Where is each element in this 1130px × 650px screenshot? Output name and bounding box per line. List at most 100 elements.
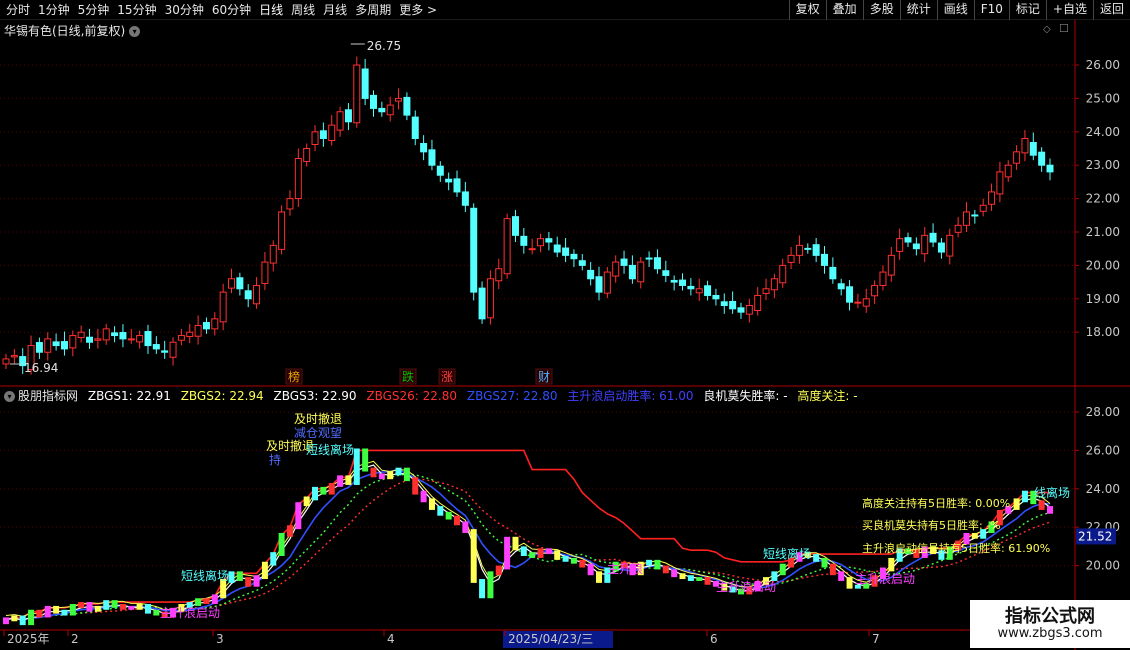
candle-body xyxy=(946,234,954,257)
candle-body xyxy=(971,214,979,217)
main-y-tick-label: 19.00 xyxy=(1086,292,1120,306)
candle-body xyxy=(453,178,461,193)
chart-canvas[interactable]: 26.00 25.00 24.00 23.00 22.00 21.00 20.00 19.00… xyxy=(0,0,1130,650)
candle-body xyxy=(812,244,820,256)
main-y-tick-label: 18.00 xyxy=(1086,325,1120,339)
low-price-label: 16.94 xyxy=(24,361,58,375)
indicator-bar xyxy=(286,525,293,537)
candle-body xyxy=(779,264,787,284)
candle-body xyxy=(219,291,227,323)
watermark-logo: 指标公式网 www.zbgs3.com xyxy=(970,600,1130,648)
indicator-y-tick-label: 20.00 xyxy=(1086,559,1120,573)
indicator-bar xyxy=(428,498,435,510)
indicator-bar xyxy=(646,559,653,566)
candle-body xyxy=(1004,164,1012,178)
indicator-bar xyxy=(504,536,511,570)
candle-body xyxy=(102,328,110,341)
candle-body xyxy=(278,211,286,250)
indicator-bar xyxy=(437,506,444,516)
candle-body xyxy=(645,257,653,260)
indicator-value-zbgs1: ZBGS1: 22.91 xyxy=(87,389,171,403)
indicator-bar xyxy=(654,559,661,570)
indicator-bar xyxy=(303,496,310,507)
candle-body xyxy=(470,207,478,293)
indicator-bar xyxy=(153,609,160,616)
candle-body xyxy=(820,253,828,266)
main-y-tick-label: 26.00 xyxy=(1086,58,1120,72)
indicator-bar xyxy=(454,515,461,526)
candle-body xyxy=(896,238,904,252)
candle-body xyxy=(871,284,879,297)
x-axis-label: 4 xyxy=(387,632,395,646)
indicator-bar xyxy=(1013,498,1020,510)
candle-body xyxy=(478,287,486,320)
signal-annotation: 及时撤退 xyxy=(294,411,342,426)
x-axis-label: 2 xyxy=(71,632,79,646)
candle-body xyxy=(770,278,778,291)
indicator-bar xyxy=(671,569,678,578)
candle-body xyxy=(77,331,85,339)
candle-body xyxy=(319,130,327,139)
candle-body xyxy=(729,300,737,310)
indicator-value-opportunity: 良机莫失胜率: - xyxy=(703,389,788,403)
candle-body xyxy=(395,97,403,102)
candle-body xyxy=(988,191,996,205)
indicator-bar xyxy=(19,615,26,626)
indicator-bar xyxy=(261,561,268,580)
indicator-header: ▾ 股朋指标网 ZBGS1: 22.91 ZBGS2: 22.94 ZBGS3: … xyxy=(4,387,864,404)
indicator-bar xyxy=(11,615,18,622)
candle-body xyxy=(887,254,895,276)
candle-body xyxy=(670,279,678,283)
candle-body xyxy=(303,148,311,163)
candle-body xyxy=(954,224,962,233)
x-axis-label: 2025/04/23/三 xyxy=(508,632,593,646)
indicator-bar xyxy=(537,548,544,558)
candle-body xyxy=(879,271,887,286)
candle-body xyxy=(679,279,687,286)
indicator-bar xyxy=(846,577,853,589)
candle-body xyxy=(687,285,695,290)
main-y-tick-label: 21.00 xyxy=(1086,225,1120,239)
signal-annotation: 短线离场 xyxy=(306,442,354,457)
indicator-bar xyxy=(1021,490,1028,503)
indicator-bar xyxy=(36,609,43,618)
candlestick-series xyxy=(2,56,1054,375)
candle-body xyxy=(194,325,202,337)
indicator-bar xyxy=(487,571,494,599)
indicator-bar xyxy=(328,483,335,495)
indicator-y-tick-label: 24.00 xyxy=(1086,482,1120,496)
x-axis-label: 6 xyxy=(710,632,718,646)
event-marker-label: 榜 xyxy=(288,369,300,384)
indicator-bar xyxy=(44,605,51,618)
indicator-bar xyxy=(337,475,344,487)
candle-body xyxy=(420,142,428,153)
candle-body xyxy=(503,218,511,275)
indicator-value-zbgs26: ZBGS26: 22.80 xyxy=(366,389,458,403)
indicator-bar xyxy=(420,490,427,503)
indicator-value-zbgs3: ZBGS3: 22.90 xyxy=(273,389,357,403)
indicator-bar xyxy=(353,448,360,485)
candle-body xyxy=(211,318,219,330)
chevron-down-icon[interactable]: ▾ xyxy=(4,391,15,402)
indicator-bar xyxy=(821,557,828,568)
candle-body xyxy=(921,234,929,255)
indicator-bar xyxy=(813,554,820,562)
candle-body xyxy=(862,298,870,307)
candle-body xyxy=(35,342,43,353)
indicator-bar xyxy=(362,448,369,472)
candle-body xyxy=(1013,151,1021,164)
indicator-bar xyxy=(679,573,686,580)
candle-body xyxy=(353,64,361,124)
indicator-bar xyxy=(1038,500,1045,510)
indicator-bar xyxy=(320,486,327,495)
indicator-bar xyxy=(103,600,110,610)
candle-body xyxy=(10,355,18,358)
candle-body xyxy=(69,335,77,349)
candle-body xyxy=(328,124,336,141)
candle-body xyxy=(311,131,319,145)
event-marker-label: 涨 xyxy=(441,369,453,384)
signal-annotation: 主升浪 xyxy=(607,561,643,576)
indicator-bar xyxy=(378,473,385,480)
indicator-value-zbgs27: ZBGS27: 22.80 xyxy=(466,389,558,403)
indicator-name[interactable]: 股朋指标网 xyxy=(18,389,78,403)
